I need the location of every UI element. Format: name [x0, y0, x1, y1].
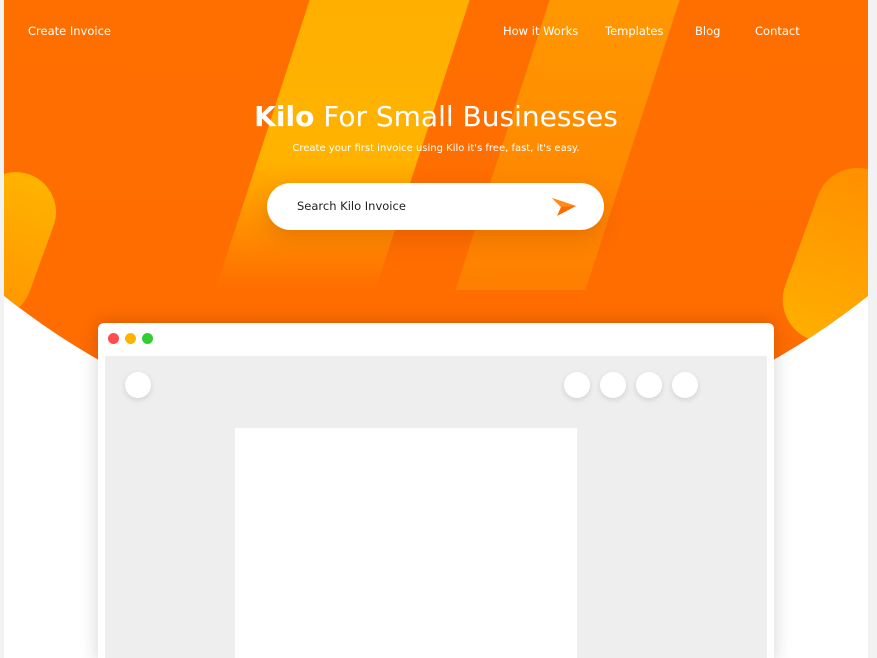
create-invoice-link[interactable]: Create Invoice	[28, 24, 111, 38]
hero-title-brand: Kilo	[254, 100, 315, 133]
app-window-mockup	[98, 323, 774, 658]
avatar-placeholder	[125, 372, 151, 398]
window-close-dot	[108, 333, 119, 344]
toolbar-placeholder	[672, 372, 698, 398]
invoice-sheet-placeholder	[235, 428, 577, 658]
search-bar[interactable]: Search Kilo Invoice	[267, 183, 604, 230]
decorative-blob	[770, 155, 868, 355]
landing-page: Create Invoice How it Works Templates Bl…	[4, 0, 868, 658]
nav-how-it-works[interactable]: How it Works	[503, 24, 578, 38]
window-maximize-dot	[142, 333, 153, 344]
paper-plane-icon[interactable]	[551, 196, 577, 222]
decorative-blob	[4, 160, 68, 330]
hero-subtitle: Create your first invoice using Kilo it'…	[292, 143, 580, 154]
hero-title-text: For Small Businesses	[323, 100, 618, 133]
search-input[interactable]: Search Kilo Invoice	[297, 199, 406, 213]
toolbar-placeholder	[564, 372, 590, 398]
window-content	[105, 356, 767, 658]
toolbar-placeholder	[600, 372, 626, 398]
nav-templates[interactable]: Templates	[605, 24, 663, 38]
hero-title: Kilo For Small Businesses	[4, 100, 868, 133]
nav-blog[interactable]: Blog	[695, 24, 720, 38]
nav-contact[interactable]: Contact	[755, 24, 800, 38]
toolbar-placeholder	[636, 372, 662, 398]
window-minimize-dot	[125, 333, 136, 344]
